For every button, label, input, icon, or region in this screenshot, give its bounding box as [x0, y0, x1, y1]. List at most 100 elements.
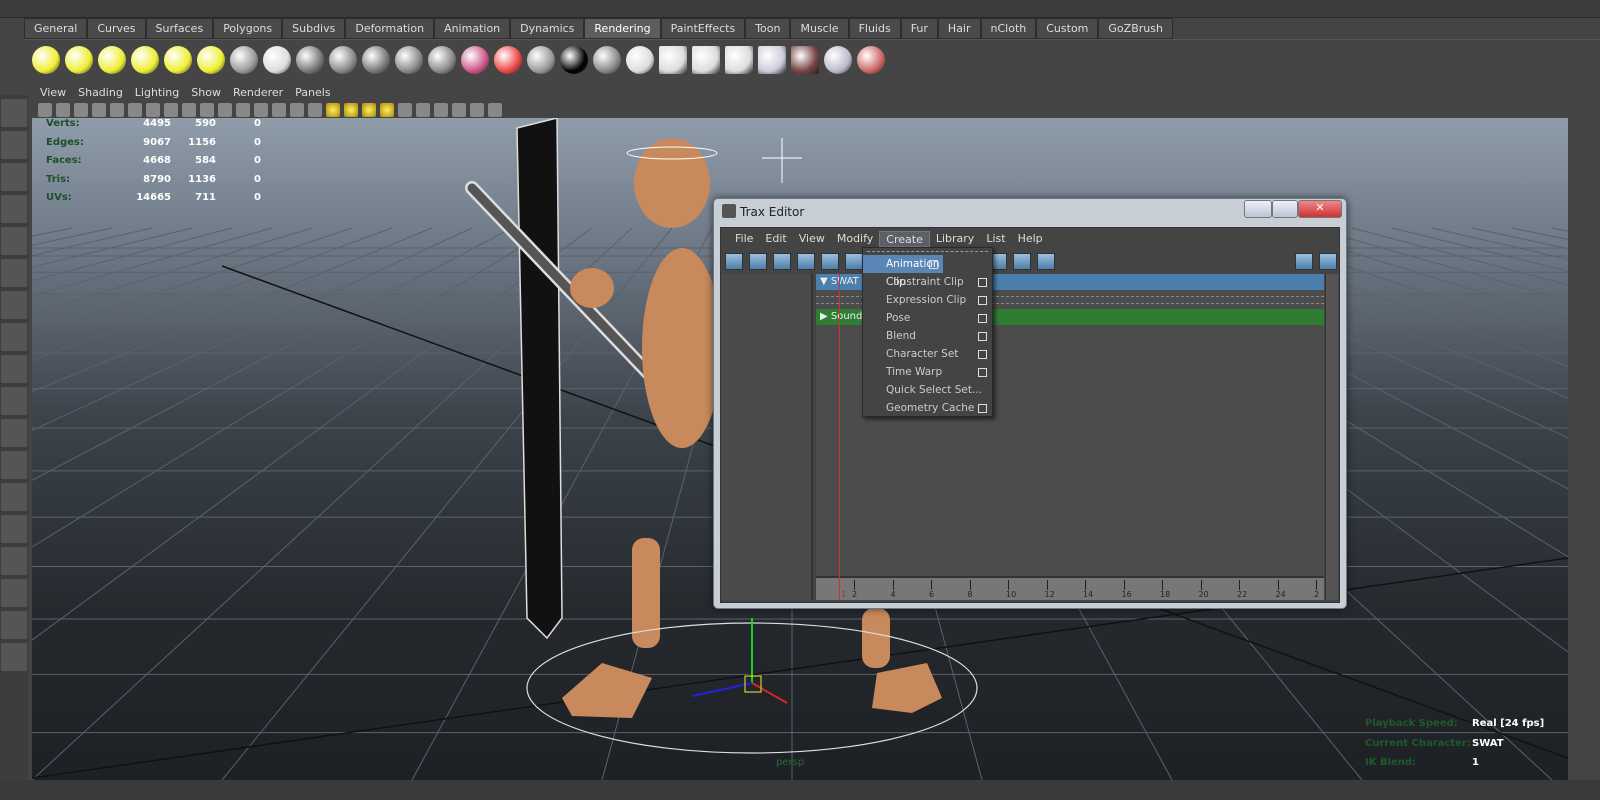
shelf-icon[interactable]	[428, 45, 456, 74]
trax-menu-help[interactable]: Help	[1012, 231, 1049, 247]
tool-icon[interactable]	[1, 451, 27, 479]
shelf-icon[interactable]	[626, 45, 654, 74]
viewport-tool-icon[interactable]	[56, 103, 70, 117]
shelf-tab-dynamics[interactable]: Dynamics	[510, 18, 585, 39]
shelf-tab-surfaces[interactable]: Surfaces	[145, 18, 214, 39]
trax-tool-icon[interactable]	[1319, 252, 1337, 270]
tear-off-handle[interactable]	[867, 251, 988, 252]
shelf-icon[interactable]	[98, 45, 126, 74]
maximize-button[interactable]	[1272, 200, 1298, 218]
viewport-tool-icon[interactable]	[146, 103, 160, 117]
current-time-marker[interactable]	[839, 274, 840, 600]
shelf-tab-painteffects[interactable]: PaintEffects	[660, 18, 746, 39]
shelf-tab-deformation[interactable]: Deformation	[345, 18, 435, 39]
shelf-icon[interactable]	[857, 45, 885, 74]
shelf-tab-fluids[interactable]: Fluids	[848, 18, 901, 39]
option-box-icon[interactable]	[978, 350, 987, 359]
tool-icon[interactable]	[1, 579, 27, 607]
shelf-tab-fur[interactable]: Fur	[900, 18, 938, 39]
shelf-icon[interactable]	[329, 45, 357, 74]
viewport-tool-icon[interactable]	[290, 103, 304, 117]
time-slider[interactable]	[0, 780, 1600, 800]
viewport-tool-icon[interactable]	[254, 103, 268, 117]
viewport-menu-renderer[interactable]: Renderer	[233, 86, 283, 99]
shelf-tab-toon[interactable]: Toon	[745, 18, 791, 39]
trax-menu-create[interactable]: Create	[879, 231, 930, 247]
menu-item-pose[interactable]: Pose	[863, 309, 992, 327]
shelf-icon[interactable]	[461, 45, 489, 74]
tool-icon[interactable]	[1, 355, 27, 383]
viewport-tool-icon[interactable]	[308, 103, 322, 117]
tool-icon[interactable]	[1, 99, 27, 127]
trax-tool-icon[interactable]	[773, 252, 791, 270]
shelf-icon[interactable]	[197, 45, 225, 74]
option-box-icon[interactable]	[978, 296, 987, 305]
trax-timeline[interactable]: 1 2 4 6 8 10 12 14 16 18 20 22 24 2	[816, 576, 1324, 600]
viewport-menu-shading[interactable]: Shading	[78, 86, 123, 99]
shelf-icon[interactable]	[395, 45, 423, 74]
shelf-icon[interactable]	[560, 45, 588, 74]
shelf-tab-rendering[interactable]: Rendering	[584, 18, 661, 39]
shelf-icon[interactable]	[725, 45, 753, 74]
shelf-icon[interactable]	[230, 45, 258, 74]
shelf-icon[interactable]	[164, 45, 192, 74]
viewport-menu-show[interactable]: Show	[191, 86, 221, 99]
menu-item-animation-clip[interactable]: Animation Clip	[863, 255, 943, 288]
option-box-icon[interactable]	[929, 260, 938, 269]
viewport-tool-icon[interactable]	[488, 103, 502, 117]
tool-icon[interactable]	[1, 483, 27, 511]
shelf-icon[interactable]	[593, 45, 621, 74]
tool-icon[interactable]	[1, 387, 27, 415]
tool-icon[interactable]	[1, 643, 27, 671]
tool-icon[interactable]	[1, 131, 27, 159]
shelf-icon[interactable]	[32, 45, 60, 74]
menu-item-quick-select-set[interactable]: Quick Select Set...	[863, 381, 992, 399]
viewport-tool-icon[interactable]	[326, 103, 340, 117]
viewport-menu-view[interactable]: View	[40, 86, 66, 99]
close-button[interactable]: ✕	[1298, 200, 1342, 218]
menu-item-constraint-clip[interactable]: Constraint Clip	[863, 273, 992, 291]
trax-menu-modify[interactable]: Modify	[831, 231, 879, 247]
option-box-icon[interactable]	[978, 368, 987, 377]
shelf-icon[interactable]	[362, 45, 390, 74]
viewport-tool-icon[interactable]	[200, 103, 214, 117]
menu-item-geometry-cache[interactable]: Geometry Cache	[863, 399, 992, 417]
shelf-icon[interactable]	[692, 45, 720, 74]
shelf-tab-curves[interactable]: Curves	[87, 18, 146, 39]
trax-tool-icon[interactable]	[725, 252, 743, 270]
tool-icon[interactable]	[1, 515, 27, 543]
viewport-tool-icon[interactable]	[398, 103, 412, 117]
shelf-tab-general[interactable]: General	[24, 18, 88, 39]
option-box-icon[interactable]	[978, 314, 987, 323]
trax-menu-library[interactable]: Library	[930, 231, 980, 247]
trax-menu-view[interactable]: View	[793, 231, 831, 247]
shelf-icon[interactable]	[296, 45, 324, 74]
shelf-tab-muscle[interactable]: Muscle	[790, 18, 849, 39]
shelf-tab-ncloth[interactable]: nCloth	[980, 18, 1037, 39]
shelf-icon[interactable]	[659, 45, 687, 74]
trax-tool-icon[interactable]	[821, 252, 839, 270]
tool-icon[interactable]	[1, 227, 27, 255]
shelf-icon[interactable]	[758, 45, 786, 74]
tool-icon[interactable]	[1, 323, 27, 351]
shelf-icon[interactable]	[791, 45, 819, 74]
shelf-icon[interactable]	[65, 45, 93, 74]
shelf-icon[interactable]	[527, 45, 555, 74]
menu-item-blend[interactable]: Blend	[863, 327, 992, 345]
shelf-icon[interactable]	[494, 45, 522, 74]
menu-item-expression-clip[interactable]: Expression Clip	[863, 291, 992, 309]
viewport-tool-icon[interactable]	[452, 103, 466, 117]
shelf-tab-gozbrush[interactable]: GoZBrush	[1098, 18, 1173, 39]
trax-menu-file[interactable]: File	[729, 231, 759, 247]
viewport-menu-lighting[interactable]: Lighting	[135, 86, 179, 99]
option-box-icon[interactable]	[978, 332, 987, 341]
trax-tool-icon[interactable]	[1013, 252, 1031, 270]
viewport-tool-icon[interactable]	[362, 103, 376, 117]
viewport-tool-icon[interactable]	[416, 103, 430, 117]
option-box-icon[interactable]	[978, 278, 987, 287]
viewport-menu-panels[interactable]: Panels	[295, 86, 330, 99]
viewport-tool-icon[interactable]	[344, 103, 358, 117]
shelf-tab-custom[interactable]: Custom	[1036, 18, 1099, 39]
trax-tool-icon[interactable]	[845, 252, 863, 270]
shelf-icon[interactable]	[824, 45, 852, 74]
